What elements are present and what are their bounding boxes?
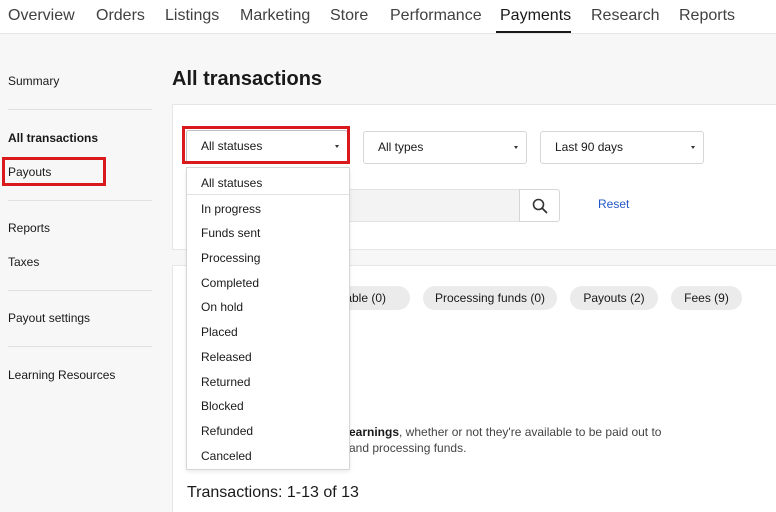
date-range-select[interactable]: Last 90 days <box>540 131 704 164</box>
divider <box>8 200 152 201</box>
transactions-count: Transactions: 1-13 of 13 <box>187 484 359 501</box>
nav-store[interactable]: Store <box>330 7 368 25</box>
sidebar-item-learning-resources[interactable]: Learning Resources <box>8 368 115 382</box>
nav-payments[interactable]: Payments <box>500 7 571 25</box>
sidebar-item-taxes[interactable]: Taxes <box>8 255 39 269</box>
sidebar: Summary All transactions Payouts Reports… <box>0 34 160 512</box>
status-option[interactable]: Placed <box>201 325 238 339</box>
status-option[interactable]: Returned <box>201 375 250 389</box>
search-input[interactable] <box>340 189 520 222</box>
top-navigation: Overview Orders Listings Marketing Store… <box>0 0 776 33</box>
status-option[interactable]: Completed <box>201 276 259 290</box>
type-select-value: All types <box>378 140 424 154</box>
info-text: earnings, whether or not they're availab… <box>349 425 661 439</box>
highlight-box <box>2 157 106 186</box>
status-option[interactable]: Canceled <box>201 449 252 463</box>
nav-reports[interactable]: Reports <box>679 7 735 25</box>
nav-performance[interactable]: Performance <box>390 7 482 25</box>
sidebar-item-reports[interactable]: Reports <box>8 221 50 235</box>
status-option[interactable]: In progress <box>201 202 261 216</box>
nav-listings[interactable]: Listings <box>165 7 219 25</box>
status-option[interactable]: All statuses <box>201 176 262 190</box>
nav-marketing[interactable]: Marketing <box>240 7 310 25</box>
nav-overview[interactable]: Overview <box>8 7 75 25</box>
status-option[interactable]: Funds sent <box>201 226 260 240</box>
status-option[interactable]: Released <box>201 350 252 364</box>
sidebar-item-summary[interactable]: Summary <box>8 74 59 88</box>
divider <box>8 290 152 291</box>
fees-pill[interactable]: Fees (9) <box>671 286 742 310</box>
divider <box>8 109 152 110</box>
date-range-select-value: Last 90 days <box>555 140 624 154</box>
chevron-down-icon <box>691 146 695 149</box>
sidebar-item-all-transactions[interactable]: All transactions <box>8 131 98 145</box>
nav-orders[interactable]: Orders <box>96 7 145 25</box>
chevron-down-icon <box>514 146 518 149</box>
info-text-rest: , whether or not they're available to be… <box>399 425 662 439</box>
processing-funds-pill[interactable]: Processing funds (0) <box>423 286 557 310</box>
page-title: All transactions <box>172 68 323 90</box>
search-icon <box>532 198 548 214</box>
status-option[interactable]: Blocked <box>201 399 244 413</box>
info-text: and processing funds. <box>349 441 467 455</box>
status-option[interactable]: Processing <box>201 251 260 265</box>
status-dropdown-menu: All statuses In progress Funds sent Proc… <box>186 167 350 470</box>
search-button[interactable] <box>519 189 560 222</box>
status-option[interactable]: On hold <box>201 300 243 314</box>
reset-link[interactable]: Reset <box>598 197 629 211</box>
type-select[interactable]: All types <box>363 131 527 164</box>
nav-research[interactable]: Research <box>591 7 659 25</box>
status-option[interactable]: Refunded <box>201 424 253 438</box>
payouts-pill[interactable]: Payouts (2) <box>570 286 658 310</box>
info-bold: earnings <box>349 425 400 439</box>
divider <box>187 194 349 195</box>
sidebar-item-payout-settings[interactable]: Payout settings <box>8 311 90 325</box>
divider <box>8 346 152 347</box>
highlight-box <box>182 126 350 164</box>
